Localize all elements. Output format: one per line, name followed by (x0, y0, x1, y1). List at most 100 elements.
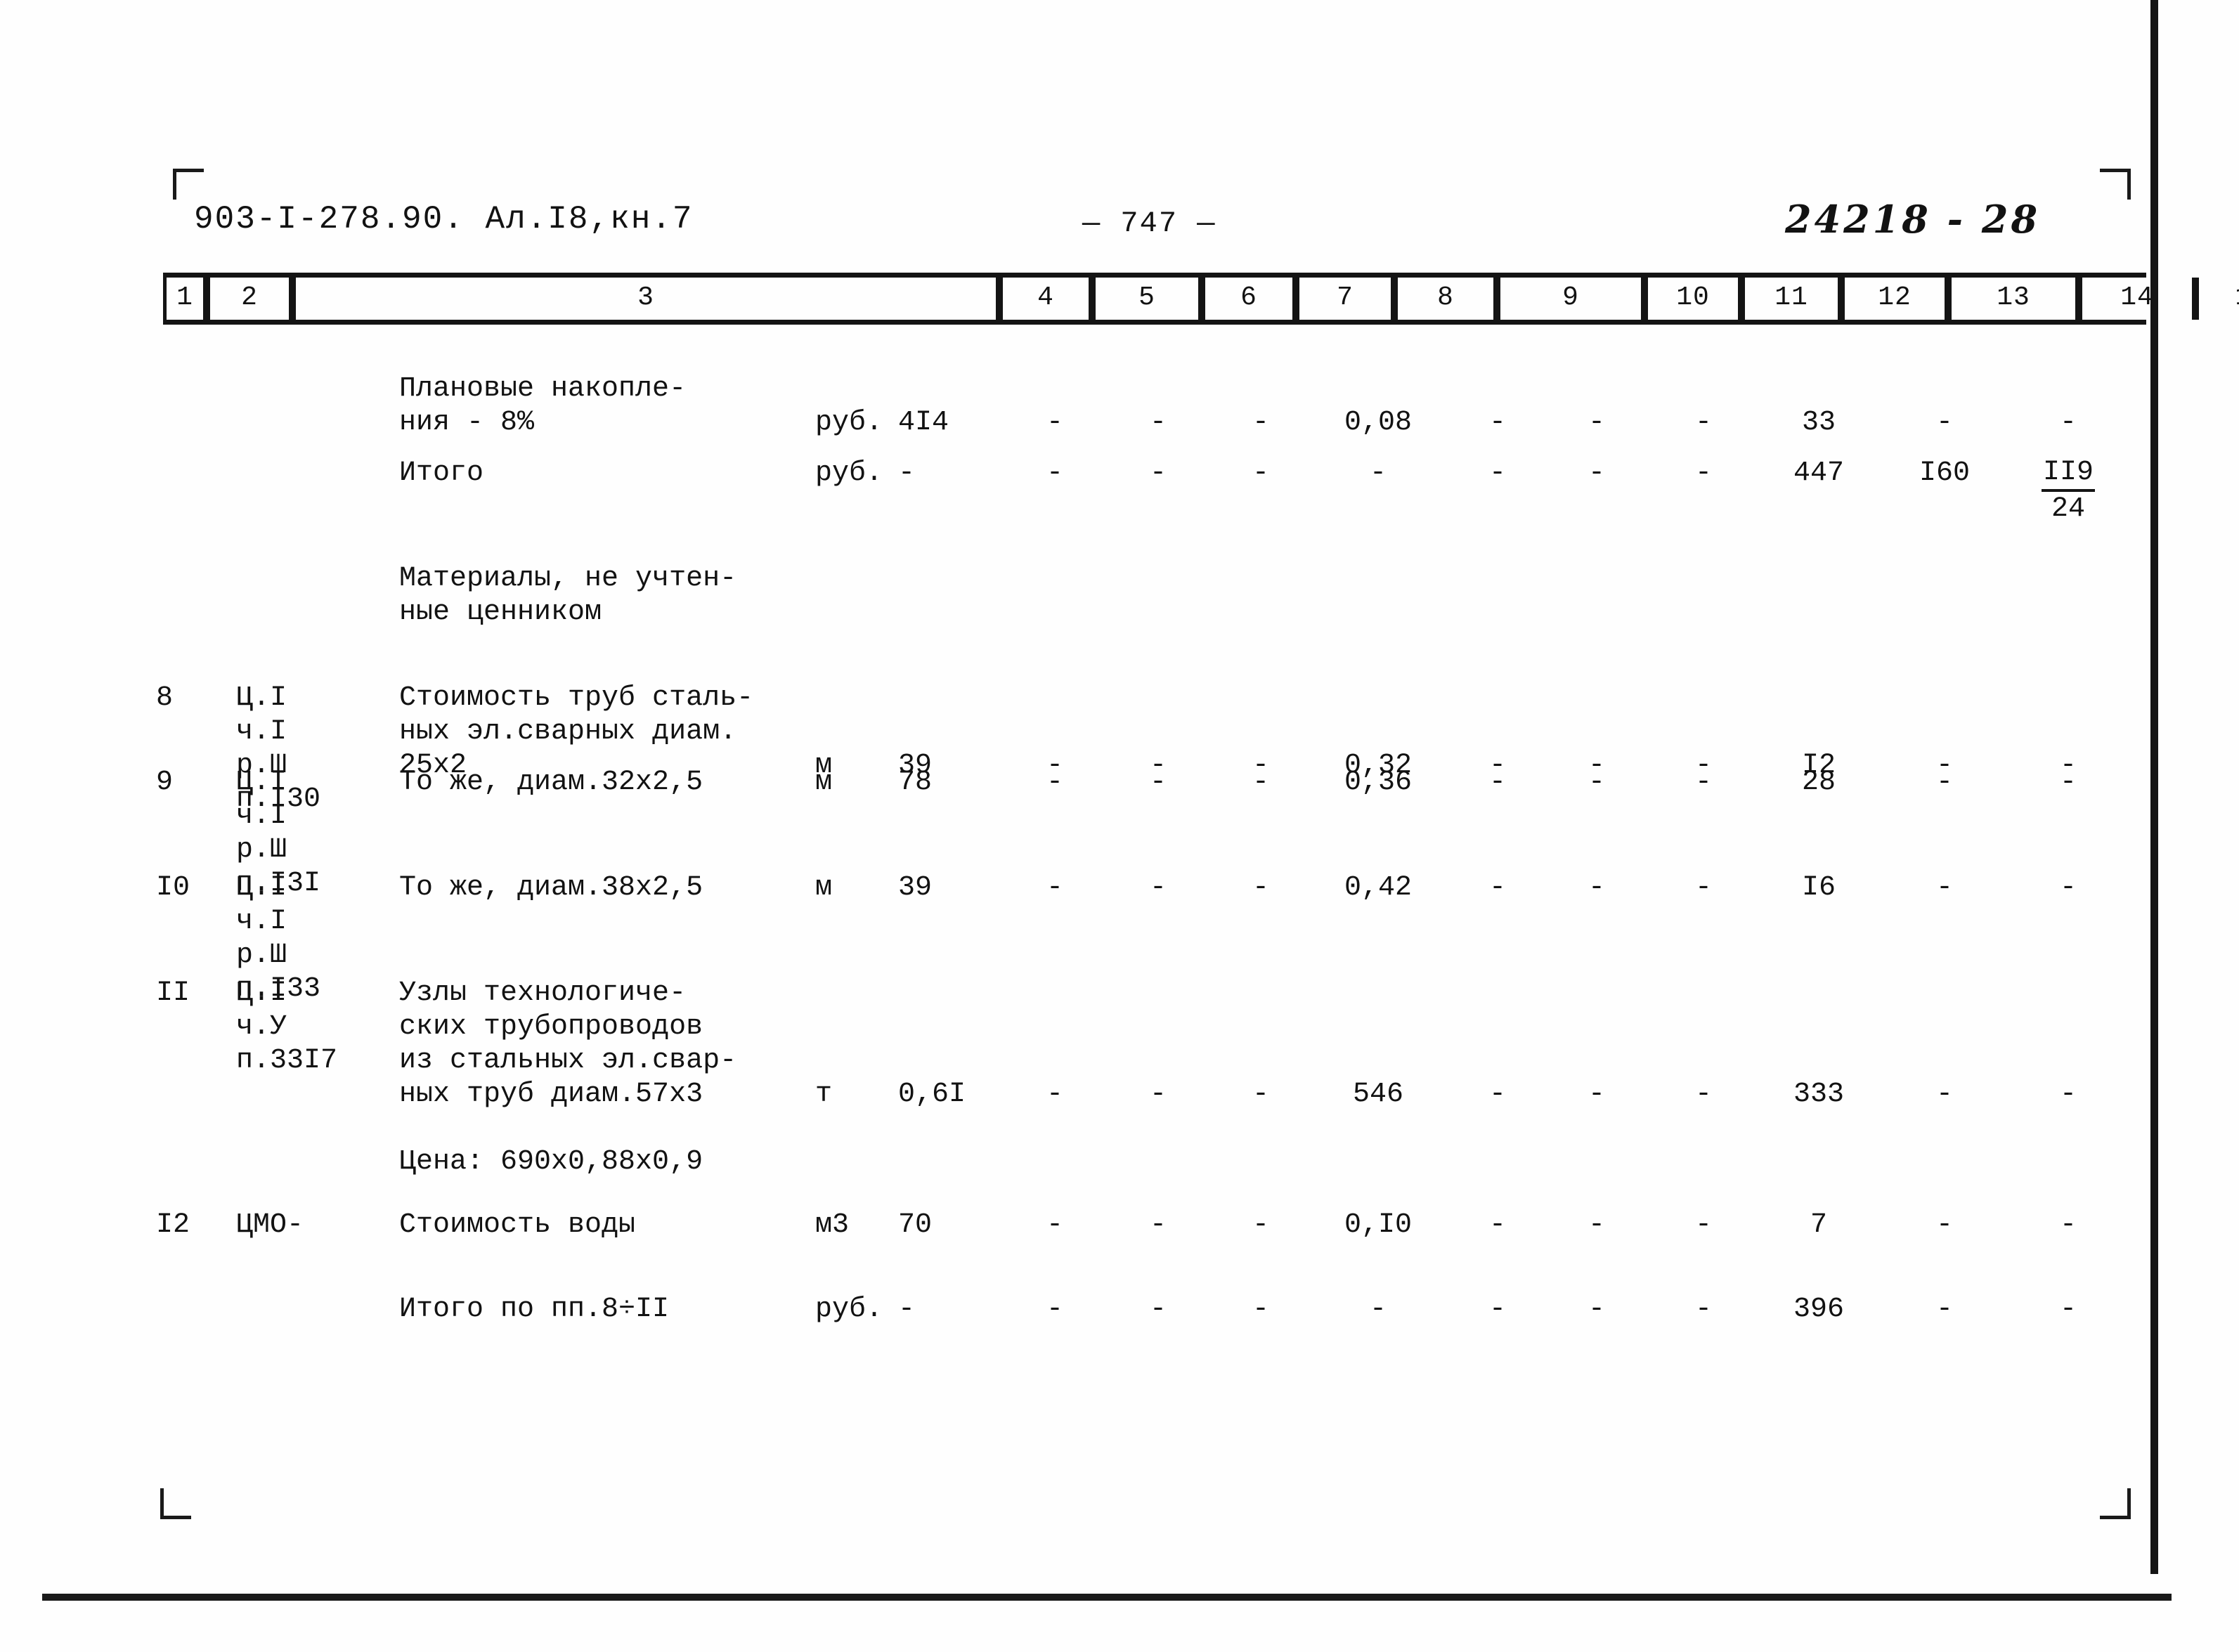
row-cell-col7: - (1149, 872, 1167, 904)
row-cell-col10: - (1488, 1294, 1506, 1325)
row-cell-col15: - (2059, 1209, 2077, 1241)
document-header: 903-I-278.90. Ал.I8,кн.7 — 747 — 24218 -… (0, 197, 2150, 246)
row-cell-col13: 447 (1793, 457, 1844, 489)
row-quantity-cell: 4I4 (898, 407, 949, 438)
row-number-cell: II (156, 977, 190, 1009)
fraction-numerator: II9 (2041, 457, 2095, 492)
row-cell-col11: - (1588, 1079, 1605, 1110)
row-cell-col13: 7 (1810, 1209, 1827, 1241)
row-cell-col7: - (1149, 767, 1167, 798)
column-header-1: 1 (163, 278, 207, 320)
row-number-cell: 8 (156, 682, 174, 714)
column-header-4: 4 (999, 278, 1092, 320)
row-cell-col14: - (1935, 407, 1953, 438)
row-description-cell: Стоимость воды (399, 1209, 636, 1241)
column-header-3: 3 (292, 278, 999, 320)
archive-code-handwritten: 24218 - 28 (1785, 197, 2041, 242)
row-number-cell: I0 (156, 872, 190, 904)
row-cell-col14: - (1935, 1294, 1953, 1325)
row-cell-col8: - (1252, 767, 1269, 798)
row-cell-col9: 0,42 (1344, 872, 1412, 904)
row-unit-cell: руб. (815, 457, 883, 489)
row-cell-col12: - (1694, 767, 1712, 798)
row-cell-col13: 333 (1793, 1079, 1844, 1110)
row-description-cell: Цена: 690х0,88х0,9 (399, 1146, 703, 1178)
row-cell-col7: - (1149, 1079, 1167, 1110)
row-quantity-cell: 0,6I (898, 1079, 966, 1110)
row-cell-col9: - (1369, 1294, 1387, 1325)
row-cell-col13: 28 (1801, 767, 1836, 798)
column-header-13: 13 (1948, 278, 2079, 320)
row-cell-col11: - (1588, 1209, 1605, 1241)
row-cell-col10: - (1488, 1209, 1506, 1241)
row-cell-col6: - (1046, 407, 1063, 438)
row-cell-col15-fraction: II9 24 (2016, 457, 2121, 526)
row-cell-col12: - (1694, 1079, 1712, 1110)
row-quantity-cell: 70 (898, 1209, 933, 1241)
row-cell-col12: - (1694, 872, 1712, 904)
row-cell-col8: - (1252, 1294, 1269, 1325)
row-cell-col6: - (1046, 1209, 1063, 1241)
row-cell-col8: - (1252, 1079, 1269, 1110)
row-cell-col11: - (1588, 457, 1605, 489)
row-cell-col8: - (1252, 872, 1269, 904)
row-cell-col13: 33 (1801, 407, 1836, 438)
section-heading-text: Материалы, не учтен- ные ценником (399, 563, 737, 628)
column-header-7: 7 (1296, 278, 1394, 320)
fraction-denominator: 24 (2051, 493, 2085, 525)
row-description-cell: Итого по пп.8÷II (399, 1294, 670, 1325)
row-cell-col11: - (1588, 767, 1605, 798)
row-cell-col8: - (1252, 1209, 1269, 1241)
column-header-8: 8 (1394, 278, 1497, 320)
row-cell-col6: - (1046, 1294, 1063, 1325)
column-header-11: 11 (1741, 278, 1841, 320)
row-unit-cell: руб. (815, 1294, 883, 1325)
row-cell-col15: - (2059, 767, 2077, 798)
row-cell-col9: 0,08 (1344, 407, 1412, 438)
crop-mark-top-right (2100, 169, 2131, 200)
row-cell-col7: - (1149, 407, 1167, 438)
row-cell-col14: - (1935, 872, 1953, 904)
row-cell-col8: - (1252, 407, 1269, 438)
row-cell-col10: - (1488, 457, 1506, 489)
row-cell-col9: 0,I0 (1344, 1209, 1412, 1241)
row-quantity-cell: - (898, 1294, 916, 1325)
row-description-cell: Узлы технологиче- ских трубопроводов из … (399, 977, 737, 1110)
row-cell-col9: 0,36 (1344, 767, 1412, 798)
row-cell-col15: - (2059, 872, 2077, 904)
scan-edge-right (2150, 0, 2158, 1574)
row-quantity-cell: 78 (898, 767, 933, 798)
row-cell-col7: - (1149, 457, 1167, 489)
column-header-10: 10 (1644, 278, 1741, 320)
row-description-cell: Итого (399, 457, 484, 489)
row-cell-col15: - (2059, 407, 2077, 438)
row-reference-code-cell: Ц.I ч.У п.33I7 (236, 977, 338, 1077)
row-cell-col10: - (1488, 407, 1506, 438)
column-header-2: 2 (207, 278, 292, 320)
row-cell-col11: - (1588, 872, 1605, 904)
row-description-cell: То же, диам.32х2,5 (399, 767, 703, 798)
row-description-cell: Плановые накопле- ния - 8% (399, 373, 687, 438)
row-cell-col7: - (1149, 1294, 1167, 1325)
document-code: 903-I-278.90. Ал.I8,кн.7 (194, 201, 694, 238)
row-cell-col13: I6 (1801, 872, 1836, 904)
row-cell-col11: - (1588, 407, 1605, 438)
column-header-6: 6 (1202, 278, 1296, 320)
row-unit-cell: м3 (815, 1209, 850, 1241)
scan-edge-bottom (42, 1594, 2172, 1601)
row-cell-col9: 546 (1352, 1079, 1403, 1110)
row-number-cell: I2 (156, 1209, 190, 1241)
column-header-14: 14 (2079, 278, 2195, 320)
row-unit-cell: т (815, 1079, 833, 1110)
crop-mark-top-left (173, 169, 204, 200)
column-header-15: 15 (2195, 278, 2239, 320)
row-cell-col12: - (1694, 1209, 1712, 1241)
scanned-page: 903-I-278.90. Ал.I8,кн.7 — 747 — 24218 -… (0, 0, 2239, 1652)
row-cell-col6: - (1046, 1079, 1063, 1110)
row-quantity-cell: 39 (898, 872, 933, 904)
page-number: — 747 — (1082, 207, 1216, 240)
row-cell-col14: - (1935, 767, 1953, 798)
row-reference-code-cell: ЦМО- (236, 1209, 304, 1241)
row-cell-col14: - (1935, 1209, 1953, 1241)
row-cell-col14: - (1935, 1079, 1953, 1110)
